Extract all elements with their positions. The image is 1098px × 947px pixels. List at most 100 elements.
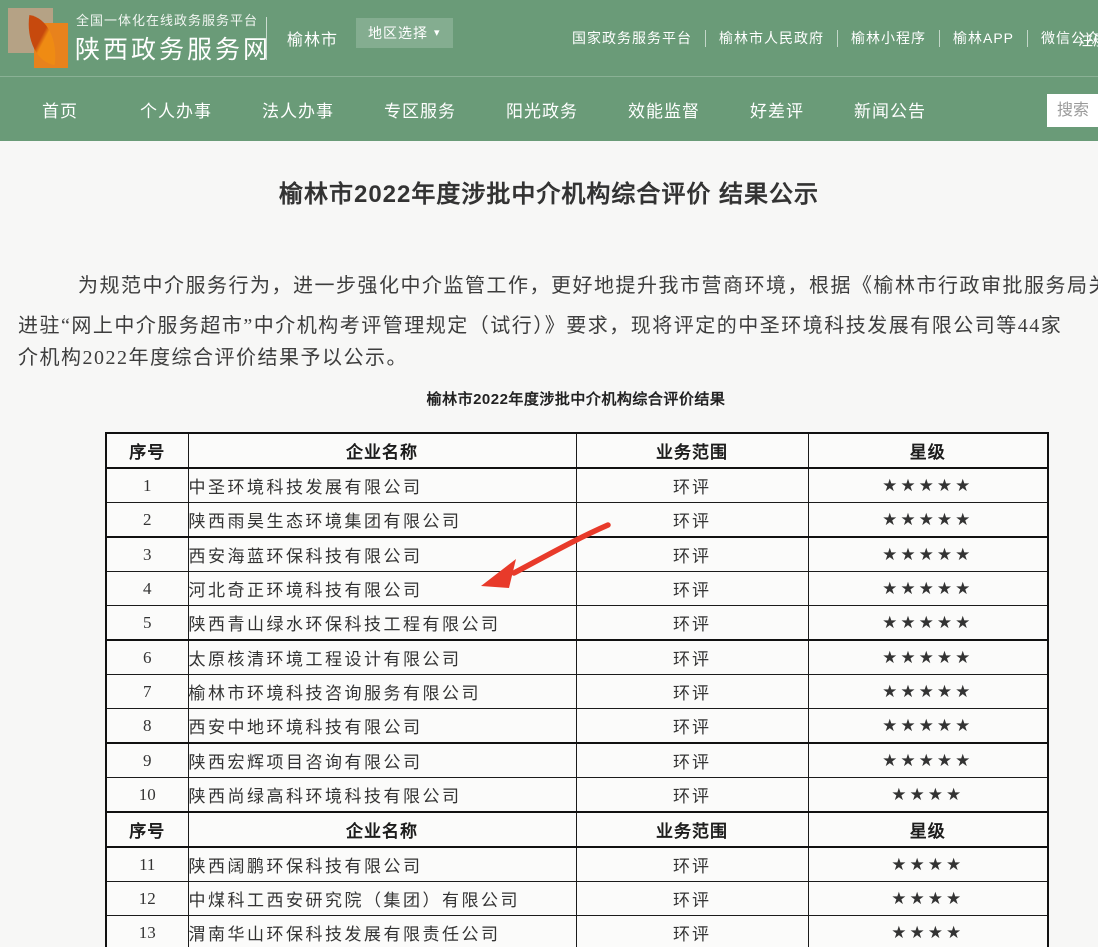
- nav-item[interactable]: 阳光政务: [506, 97, 578, 122]
- cell-stars: ★★★★: [808, 882, 1048, 916]
- cell-stars: ★★★★★: [808, 675, 1048, 709]
- nav-items: 首页 个人办事 法人办事 专区服务 阳光政务 效能监督 好差评 新闻公告: [42, 77, 926, 141]
- cell-scope: 环评: [576, 709, 808, 744]
- cell-scope: 环评: [576, 606, 808, 641]
- table-row: 9陕西宏辉项目咨询有限公司环评★★★★★: [106, 743, 1048, 778]
- cell-name: 陕西宏辉项目咨询有限公司: [188, 743, 576, 778]
- link-separator: [837, 30, 838, 47]
- table-row: 3西安海蓝环保科技有限公司环评★★★★★: [106, 537, 1048, 572]
- evaluation-table-body: 序号企业名称业务范围星级1中圣环境科技发展有限公司环评★★★★★2陕西雨昊生态环…: [106, 433, 1048, 947]
- nav-item[interactable]: 好差评: [750, 97, 804, 122]
- cell-stars: ★★★★★: [808, 606, 1048, 641]
- link-separator: [939, 30, 940, 47]
- nav-bar: 首页 个人办事 法人办事 专区服务 阳光政务 效能监督 好差评 新闻公告: [0, 76, 1098, 141]
- cell-name: 陕西尚绿高科环境科技有限公司: [188, 778, 576, 813]
- table-row: 8西安中地环境科技有限公司环评★★★★★: [106, 709, 1048, 744]
- top-bar: 全国一体化在线政务服务平台 陕西政务服务网 榆林市 地区选择 ▾ 国家政务服务平…: [0, 0, 1098, 76]
- page: 全国一体化在线政务服务平台 陕西政务服务网 榆林市 地区选择 ▾ 国家政务服务平…: [0, 0, 1098, 947]
- table-row: 7榆林市环境科技咨询服务有限公司环评★★★★★: [106, 675, 1048, 709]
- cell-no: 9: [106, 743, 188, 778]
- cell-stars: ★★★★★: [808, 640, 1048, 675]
- column-header: 企业名称: [188, 433, 576, 468]
- chevron-down-icon: ▾: [434, 28, 441, 39]
- table-row: 12中煤科工西安研究院（集团）有限公司环评★★★★: [106, 882, 1048, 916]
- topbar-link[interactable]: 国家政务服务平台: [572, 28, 692, 48]
- cell-name: 中煤科工西安研究院（集团）有限公司: [188, 882, 576, 916]
- table-row: 6太原核清环境工程设计有限公司环评★★★★★: [106, 640, 1048, 675]
- table-row: 1中圣环境科技发展有限公司环评★★★★★: [106, 468, 1048, 503]
- cell-scope: 环评: [576, 743, 808, 778]
- cell-no: 1: [106, 468, 188, 503]
- nav-item[interactable]: 新闻公告: [854, 97, 926, 122]
- link-separator: [705, 30, 706, 47]
- cell-stars: ★★★★★: [808, 572, 1048, 606]
- column-header: 业务范围: [576, 812, 808, 847]
- cell-scope: 环评: [576, 537, 808, 572]
- divider: [266, 17, 267, 60]
- cell-no: 7: [106, 675, 188, 709]
- nav-item[interactable]: 首页: [42, 97, 78, 122]
- platform-label: 全国一体化在线政务服务平台: [76, 10, 258, 29]
- nav-item[interactable]: 专区服务: [384, 97, 456, 122]
- column-header: 星级: [808, 433, 1048, 468]
- cell-no: 5: [106, 606, 188, 641]
- site-logo: [8, 7, 70, 69]
- nav-item[interactable]: 个人办事: [140, 97, 212, 122]
- cell-scope: 环评: [576, 503, 808, 538]
- cell-no: 8: [106, 709, 188, 744]
- region-selector-button[interactable]: 地区选择 ▾: [356, 18, 453, 48]
- cell-name: 中圣环境科技发展有限公司: [188, 468, 576, 503]
- cell-scope: 环评: [576, 882, 808, 916]
- site-name: 陕西政务服务网: [75, 30, 271, 66]
- cell-name: 陕西青山绿水环保科技工程有限公司: [188, 606, 576, 641]
- register-link[interactable]: 注册: [1078, 29, 1098, 50]
- column-header: 序号: [106, 812, 188, 847]
- column-header: 企业名称: [188, 812, 576, 847]
- table-caption: 榆林市2022年度涉批中介机构综合评价结果: [105, 388, 1047, 409]
- cell-no: 2: [106, 503, 188, 538]
- cell-stars: ★★★★: [808, 916, 1048, 947]
- cell-name: 西安海蓝环保科技有限公司: [188, 537, 576, 572]
- nav-item[interactable]: 效能监督: [628, 97, 700, 122]
- cell-scope: 环评: [576, 675, 808, 709]
- cell-stars: ★★★★★: [808, 537, 1048, 572]
- table-header-row: 序号企业名称业务范围星级: [106, 433, 1048, 468]
- paragraph-line: 为规范中介服务行为，进一步强化中介监管工作，更好地提升我市营商环境，根据《榆林市…: [78, 269, 1098, 298]
- topbar-link[interactable]: 榆林APP: [953, 28, 1014, 48]
- evaluation-table: 序号企业名称业务范围星级1中圣环境科技发展有限公司环评★★★★★2陕西雨昊生态环…: [105, 432, 1049, 947]
- cell-no: 12: [106, 882, 188, 916]
- cell-name: 渭南华山环保科技发展有限责任公司: [188, 916, 576, 947]
- region-selector-label: 地区选择: [368, 23, 428, 43]
- nav-item[interactable]: 法人办事: [262, 97, 334, 122]
- cell-stars: ★★★★: [808, 778, 1048, 813]
- cell-scope: 环评: [576, 572, 808, 606]
- cell-name: 陕西阔鹏环保科技有限公司: [188, 847, 576, 882]
- content-area: 榆林市2022年度涉批中介机构综合评价 结果公示 为规范中介服务行为，进一步强化…: [0, 141, 1098, 947]
- cell-no: 6: [106, 640, 188, 675]
- column-header: 业务范围: [576, 433, 808, 468]
- table-wrapper: 序号企业名称业务范围星级1中圣环境科技发展有限公司环评★★★★★2陕西雨昊生态环…: [105, 432, 1047, 947]
- table-row: 11陕西阔鹏环保科技有限公司环评★★★★: [106, 847, 1048, 882]
- cell-no: 10: [106, 778, 188, 813]
- cell-scope: 环评: [576, 468, 808, 503]
- topbar-link[interactable]: 榆林市人民政府: [719, 28, 824, 48]
- cell-stars: ★★★★★: [808, 709, 1048, 744]
- cell-stars: ★★★★: [808, 847, 1048, 882]
- current-city-label: 榆林市: [287, 26, 338, 50]
- page-title: 榆林市2022年度涉批中介机构综合评价 结果公示: [0, 174, 1098, 209]
- cell-no: 11: [106, 847, 188, 882]
- cell-stars: ★★★★★: [808, 503, 1048, 538]
- topbar-link[interactable]: 榆林小程序: [851, 28, 926, 48]
- cell-stars: ★★★★★: [808, 743, 1048, 778]
- cell-scope: 环评: [576, 640, 808, 675]
- search-input[interactable]: [1047, 94, 1098, 127]
- cell-no: 4: [106, 572, 188, 606]
- table-row: 10陕西尚绿高科环境科技有限公司环评★★★★: [106, 778, 1048, 813]
- table-header-row: 序号企业名称业务范围星级: [106, 812, 1048, 847]
- cell-no: 13: [106, 916, 188, 947]
- cell-name: 榆林市环境科技咨询服务有限公司: [188, 675, 576, 709]
- cell-scope: 环评: [576, 916, 808, 947]
- table-row: 4河北奇正环境科技有限公司环评★★★★★: [106, 572, 1048, 606]
- table-row: 2陕西雨昊生态环境集团有限公司环评★★★★★: [106, 503, 1048, 538]
- cell-scope: 环评: [576, 778, 808, 813]
